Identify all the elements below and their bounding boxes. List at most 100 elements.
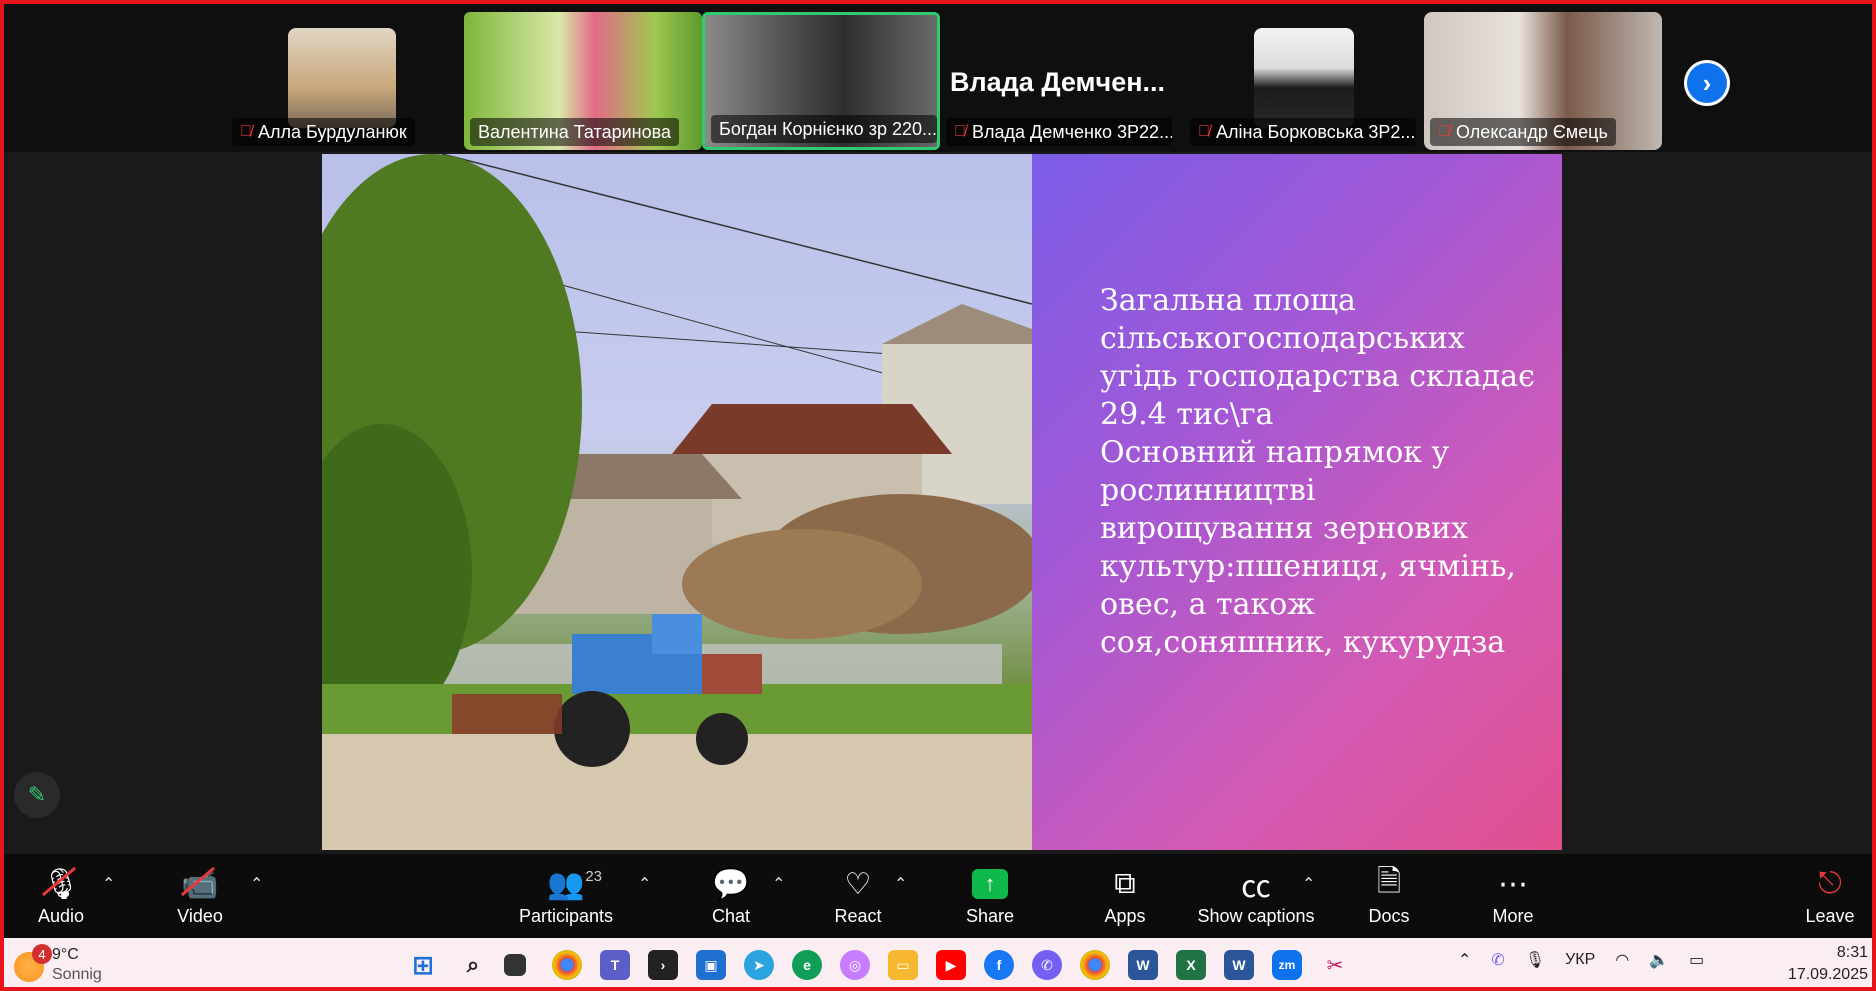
excel-icon[interactable]: X [1176, 950, 1206, 980]
participant-name: Валентина Татаринова [470, 118, 679, 146]
windows-start-icon[interactable]: ⊞ [408, 950, 438, 980]
participant-name: Богдан Корнієнко зр 220... [711, 115, 937, 143]
participant-tile[interactable]: 🎙̸ Олександр Ємець [1424, 12, 1662, 150]
chat-icon: 💬 [712, 867, 750, 901]
chevron-up-icon[interactable]: ⌃ [1458, 950, 1471, 970]
wifi-icon[interactable]: ◠ [1615, 950, 1629, 970]
captions-icon: ㏄ [1241, 871, 1271, 904]
participant-tile[interactable]: Валентина Татаринова [464, 12, 702, 150]
chat-options-caret[interactable]: ⌃ [772, 874, 785, 894]
participants-options-caret[interactable]: ⌃ [638, 874, 651, 894]
weather-condition: Sonnig [52, 966, 102, 983]
video-button[interactable]: 📹 Video [164, 862, 236, 938]
sun-icon: 4 [14, 944, 52, 982]
participant-photo [288, 28, 396, 128]
store-icon[interactable]: ▣ [696, 950, 726, 980]
slide-line: вирощування зернових [1100, 511, 1469, 546]
participants-count: 23 [585, 868, 602, 885]
zoom-icon[interactable]: zm [1272, 950, 1302, 980]
slide-photo [322, 154, 1032, 850]
viber-tray-icon[interactable]: ✆ [1491, 950, 1504, 970]
zoom-window: 🎙̸ Алла Бурдуланюк Валентина Татаринова Б… [0, 0, 1876, 991]
slide-line: сільськогосподарських [1100, 321, 1465, 356]
react-button[interactable]: ♡ React [830, 862, 886, 938]
show-captions-button[interactable]: ㏄ Show captions [1194, 862, 1318, 938]
participant-tile-active-speaker[interactable]: Богдан Корнієнко зр 220... [702, 12, 940, 150]
more-button[interactable]: ⋯ More [1488, 862, 1538, 938]
chrome-profile-icon[interactable] [1080, 950, 1110, 980]
slide-line: рослинництві [1100, 473, 1316, 508]
system-clock[interactable]: 8:31 17.09.2025 [1784, 942, 1868, 986]
slide-text-panel: Загальна площа сільськогосподарських угі… [1032, 154, 1562, 850]
participant-display-name: Влада Демчен... [950, 67, 1166, 97]
slide-line: соя,соняшник, кукурудза [1100, 625, 1506, 660]
exit-door-icon: ⎋ [1818, 867, 1842, 900]
audio-button[interactable]: 🎙 Audio [26, 862, 96, 938]
rural-scene-illustration [322, 154, 1032, 850]
viber-alt-icon[interactable]: ◎ [840, 950, 870, 980]
volume-icon[interactable]: 🔈 [1649, 950, 1669, 970]
participant-tile[interactable]: Влада Демчен... 🎙̸ Влада Демченко 3Р22... [940, 12, 1178, 150]
task-view-icon[interactable] [504, 954, 526, 976]
notification-badge: 4 [32, 944, 52, 964]
captions-options-caret[interactable]: ⌃ [1302, 874, 1315, 894]
clock-time: 8:31 [1836, 944, 1868, 961]
weather-widget[interactable]: 4 9°C Sonnig [14, 944, 102, 984]
audio-options-caret[interactable]: ⌃ [102, 874, 115, 894]
participant-name: 🎙̸ Влада Демченко 3Р22... [946, 118, 1172, 146]
battery-icon[interactable]: ▭ [1689, 950, 1704, 970]
system-tray: ⌃ ✆ 🎙 УКР ◠ 🔈 ▭ [1458, 950, 1704, 970]
slide-line: Основний напрямок у [1100, 435, 1450, 470]
participant-tile[interactable]: 🎙̸ Алла Бурдуланюк [226, 12, 464, 150]
search-icon[interactable]: ⌕ [458, 950, 488, 980]
apps-icon: ⧉ [1114, 867, 1136, 900]
file-explorer-icon[interactable]: ▭ [888, 950, 918, 980]
terminal-icon[interactable]: › [648, 950, 678, 980]
clock-date: 17.09.2025 [1787, 966, 1868, 983]
participant-photo [1254, 28, 1354, 128]
slide-line: культур:пшениця, ячмінь, [1100, 549, 1516, 584]
leave-button[interactable]: ⎋ Leave [1804, 862, 1856, 938]
viber-icon[interactable]: ✆ [1032, 950, 1062, 980]
slide-line: 29.4 тис\га [1100, 397, 1274, 432]
word-icon[interactable]: W [1128, 950, 1158, 980]
chat-button[interactable]: 💬 Chat [704, 862, 758, 938]
slide-line: овес, а також [1100, 587, 1315, 622]
next-page-button[interactable]: › [1684, 60, 1730, 106]
slide-line: угідь господарства складає [1100, 359, 1535, 394]
slide-line: Загальна площа [1100, 283, 1356, 318]
mic-off-icon: 🎙̸ [1198, 123, 1210, 140]
document-icon: 🗎 [1376, 864, 1402, 898]
share-screen-icon: ↑ [972, 869, 1008, 899]
mic-off-icon: 🎙 [42, 862, 80, 906]
weather-temperature: 9°C [52, 946, 79, 963]
share-button[interactable]: ↑ Share [962, 862, 1018, 938]
participant-tile[interactable]: 🎙̸ Аліна Борковська 3Р2... [1184, 12, 1422, 150]
telegram-icon[interactable]: ➤ [744, 950, 774, 980]
heart-icon: ♡ [844, 867, 872, 901]
participants-button[interactable]: 👥 23 Participants [514, 862, 618, 938]
annotate-pencil-button[interactable]: ✎ [14, 772, 60, 818]
teams-icon[interactable]: T [600, 950, 630, 980]
react-options-caret[interactable]: ⌃ [894, 874, 907, 894]
chrome-icon[interactable] [552, 950, 582, 980]
mic-off-icon: 🎙̸ [1438, 123, 1450, 140]
language-indicator[interactable]: УКР [1565, 951, 1595, 969]
participant-name: 🎙̸ Аліна Борковська 3Р2... [1190, 118, 1416, 146]
mic-off-icon: 🎙̸ [954, 123, 966, 140]
chevron-right-icon: › [1687, 63, 1727, 103]
meeting-toolbar: 🎙 Audio ⌃ 📹 Video ⌃ 👥 23 Participants ⌃ 💬… [4, 854, 1872, 938]
microphone-icon[interactable]: 🎙 [1525, 950, 1545, 970]
facebook-icon[interactable]: f [984, 950, 1014, 980]
participant-strip: 🎙̸ Алла Бурдуланюк Валентина Татаринова Б… [4, 4, 1872, 152]
pencil-icon: ✎ [27, 782, 47, 807]
edge-icon[interactable]: e [792, 950, 822, 980]
docs-button[interactable]: 🗎 Docs [1366, 862, 1412, 938]
word-doc-icon[interactable]: W [1224, 950, 1254, 980]
youtube-icon[interactable]: ▶ [936, 950, 966, 980]
apps-button[interactable]: ⧉ Apps [1098, 862, 1152, 938]
more-icon: ⋯ [1498, 867, 1528, 901]
video-options-caret[interactable]: ⌃ [250, 874, 263, 894]
snipping-tool-icon[interactable]: ✂ [1320, 950, 1350, 980]
camera-off-icon: 📹 [181, 862, 218, 906]
